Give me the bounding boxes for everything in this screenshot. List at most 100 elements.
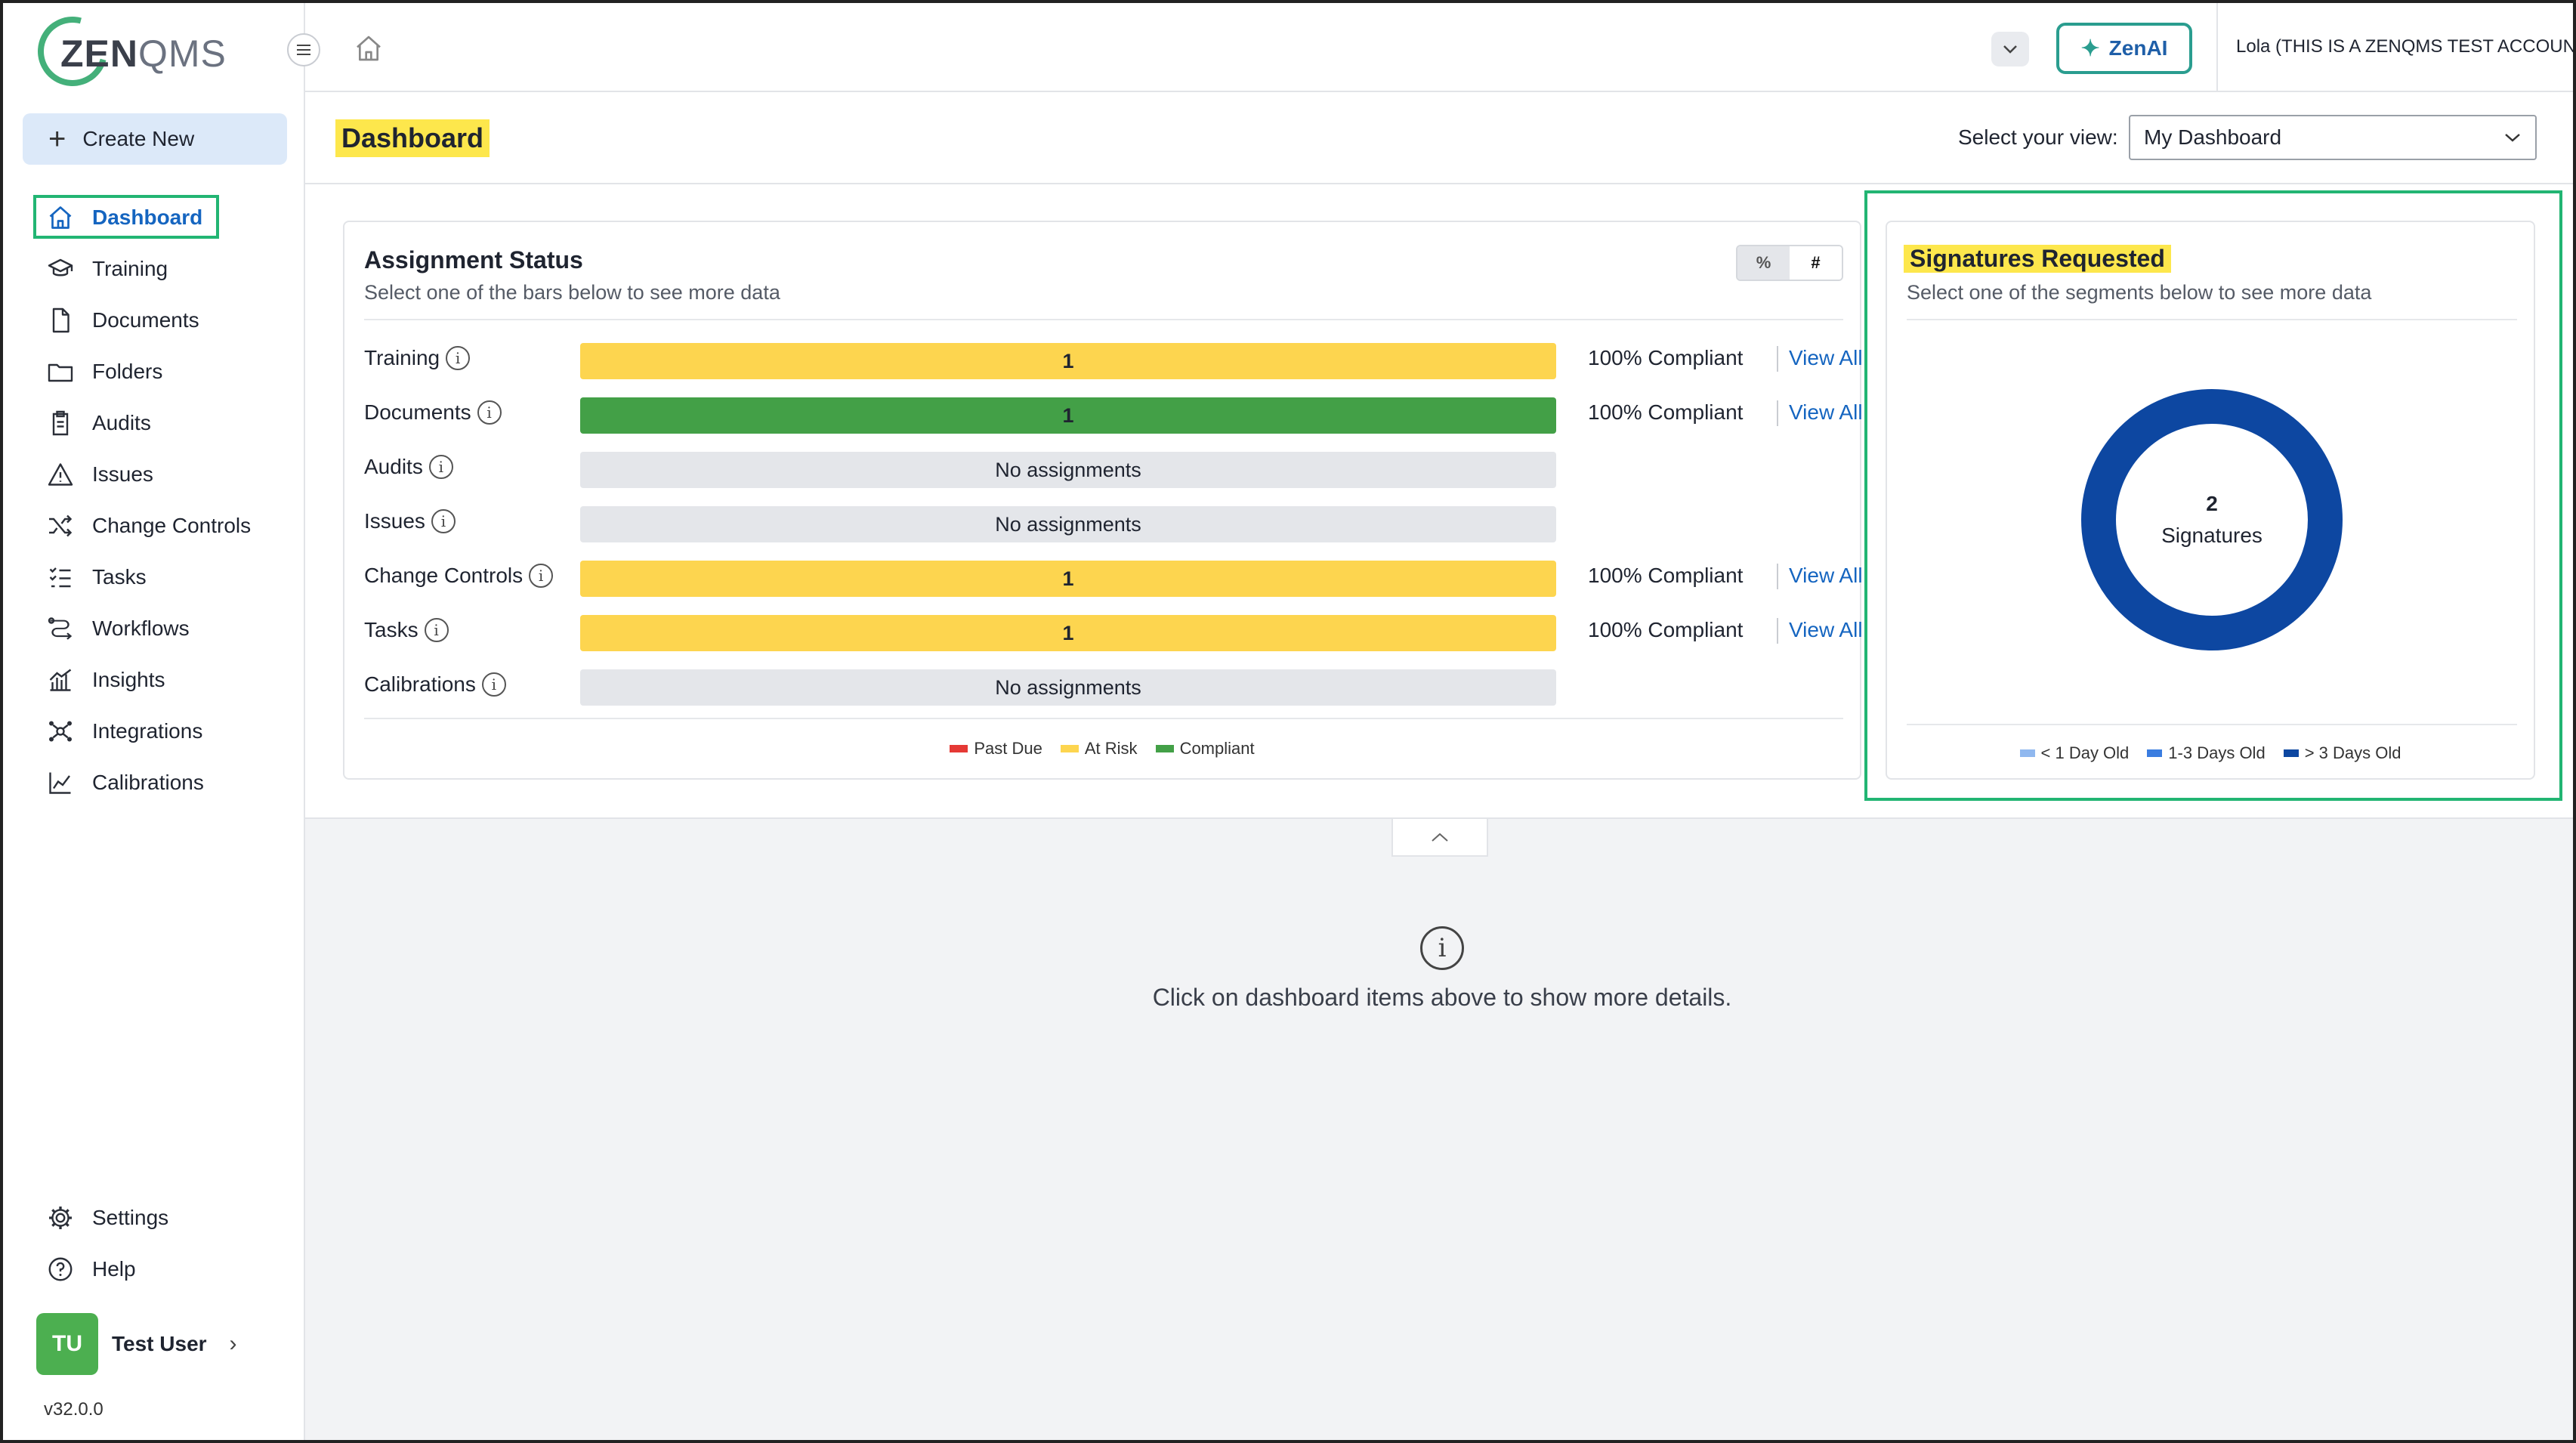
clipboard-icon (45, 408, 76, 438)
compliance-text: 100% Compliant (1588, 618, 1744, 641)
assignment-bar[interactable]: No assignments (580, 506, 1556, 542)
divider (2216, 3, 2218, 92)
details-empty-state: i Click on dashboard items above to show… (305, 926, 2573, 1012)
zenqms-logo[interactable]: ZENQMS (25, 4, 226, 99)
create-new-button[interactable]: + Create New (23, 113, 287, 165)
legend-swatch (1060, 745, 1079, 752)
home-breadcrumb-icon[interactable] (354, 33, 384, 63)
account-name[interactable]: Lola (THIS IS A ZENQMS TEST ACCOUNT) (2236, 36, 2573, 57)
row-label: Calibrations (364, 672, 476, 696)
bar-chart-icon (45, 665, 76, 695)
info-icon[interactable]: i (529, 564, 554, 588)
sidebar-item-dashboard[interactable]: Dashboard (3, 192, 305, 243)
gear-icon (45, 1203, 76, 1233)
view-all-link[interactable]: View All (1789, 346, 1863, 370)
signatures-requested-card: Signatures Requested Select one of the s… (1886, 221, 2535, 780)
zenai-button[interactable]: ✦ ZenAI (2056, 23, 2192, 74)
sidebar-item-label: Settings (92, 1206, 169, 1229)
divider (364, 319, 1843, 320)
divider (1907, 319, 2517, 320)
divider (1907, 724, 2517, 725)
checklist-icon (45, 562, 76, 592)
sidebar-nav: Dashboard Training Documents Folders Audits I… (3, 192, 305, 808)
sidebar-item-training[interactable]: Training (3, 243, 305, 295)
assignment-bar[interactable]: 1 (580, 397, 1556, 434)
sidebar-item-calibrations[interactable]: Calibrations (3, 757, 305, 808)
collapse-panel-button[interactable] (1391, 819, 1488, 857)
row-label: Issues (364, 509, 425, 533)
info-icon[interactable]: i (477, 400, 502, 425)
info-icon[interactable]: i (428, 455, 453, 479)
plus-icon: + (48, 122, 66, 156)
info-icon[interactable]: i (424, 618, 449, 642)
legend-swatch (2019, 749, 2035, 757)
row-label: Training (364, 346, 440, 369)
assignment-bar[interactable]: 1 (580, 343, 1556, 379)
sidebar-item-help[interactable]: Help (3, 1244, 305, 1295)
hamburger-icon (297, 45, 310, 55)
divider (364, 718, 1843, 719)
legend-swatch (2283, 749, 2299, 757)
percent-toggle-button[interactable]: % (1737, 246, 1790, 280)
legend-item: > 3 Days Old (2283, 743, 2401, 763)
compliance-text: 100% Compliant (1588, 400, 1744, 424)
assignment-bar[interactable]: No assignments (580, 669, 1556, 706)
sidebar-item-label: Training (92, 257, 168, 280)
sidebar-item-label: Issues (92, 462, 153, 486)
sidebar-item-label: Insights (92, 668, 165, 691)
sidebar-item-change-controls[interactable]: Change Controls (3, 500, 305, 552)
view-all-link[interactable]: View All (1789, 564, 1863, 588)
sidebar-item-settings[interactable]: Settings (3, 1192, 305, 1244)
legend-label: Past Due (974, 739, 1042, 758)
sidebar-item-issues[interactable]: Issues (3, 449, 305, 500)
info-icon[interactable]: i (446, 346, 471, 370)
sidebar-item-label: Workflows (92, 616, 190, 640)
info-icon[interactable]: i (481, 672, 506, 697)
chevron-down-icon[interactable] (1991, 32, 2029, 66)
row-label: Audits (364, 455, 423, 478)
sidebar-item-folders[interactable]: Folders (3, 346, 305, 397)
display-mode-toggle: % # (1736, 245, 1843, 281)
warning-icon (45, 459, 76, 490)
sidebar-item-label: Integrations (92, 719, 203, 743)
legend-label: > 3 Days Old (2304, 743, 2401, 762)
sidebar-item-audits[interactable]: Audits (3, 397, 305, 449)
network-icon (45, 716, 76, 746)
sidebar-item-tasks[interactable]: Tasks (3, 552, 305, 603)
assignment-bar[interactable]: No assignments (580, 452, 1556, 488)
compliance-text: 100% Compliant (1588, 346, 1744, 369)
signature-caption: Signatures (2161, 524, 2262, 547)
legend-label: At Risk (1084, 739, 1138, 758)
divider (1777, 618, 1778, 644)
assignment-bar[interactable]: 1 (580, 615, 1556, 651)
sidebar-item-insights[interactable]: Insights (3, 654, 305, 706)
view-all-link[interactable]: View All (1789, 400, 1863, 425)
signatures-legend: < 1 Day Old 1-3 Days Old > 3 Days Old (1887, 743, 2534, 763)
active-highlight (33, 195, 219, 239)
row-label: Documents (364, 400, 471, 424)
dashboard-widgets: Assignment Status Select one of the bars… (305, 184, 2573, 819)
divider (1777, 346, 1778, 372)
row-label: Tasks (364, 618, 419, 641)
user-menu[interactable]: TU Test User › (36, 1313, 237, 1375)
assignment-row-documents: Documents i 1 100% Compliant View All (364, 388, 1863, 443)
assignment-bar[interactable]: 1 (580, 561, 1556, 597)
help-circle-icon (45, 1254, 76, 1284)
legend-label: Compliant (1179, 739, 1255, 758)
info-icon[interactable]: i (431, 509, 456, 533)
sidebar-toggle-button[interactable] (287, 33, 320, 66)
assignment-row-training: Training i 1 100% Compliant View All (364, 334, 1863, 388)
divider (1777, 564, 1778, 589)
sidebar-item-documents[interactable]: Documents (3, 295, 305, 346)
sidebar-item-workflows[interactable]: Workflows (3, 603, 305, 654)
view-select[interactable]: My Dashboard (2129, 115, 2537, 160)
sidebar-bottom-nav: Settings Help (3, 1192, 305, 1295)
count-toggle-button[interactable]: # (1790, 246, 1842, 280)
sidebar-item-integrations[interactable]: Integrations (3, 706, 305, 757)
sidebar-item-label: Change Controls (92, 514, 252, 537)
legend-label: < 1 Day Old (2040, 743, 2130, 762)
sidebar-item-label: Tasks (92, 565, 147, 589)
signature-count: 2 (2206, 492, 2218, 515)
view-all-link[interactable]: View All (1789, 618, 1863, 642)
chevron-right-icon: › (229, 1331, 237, 1356)
